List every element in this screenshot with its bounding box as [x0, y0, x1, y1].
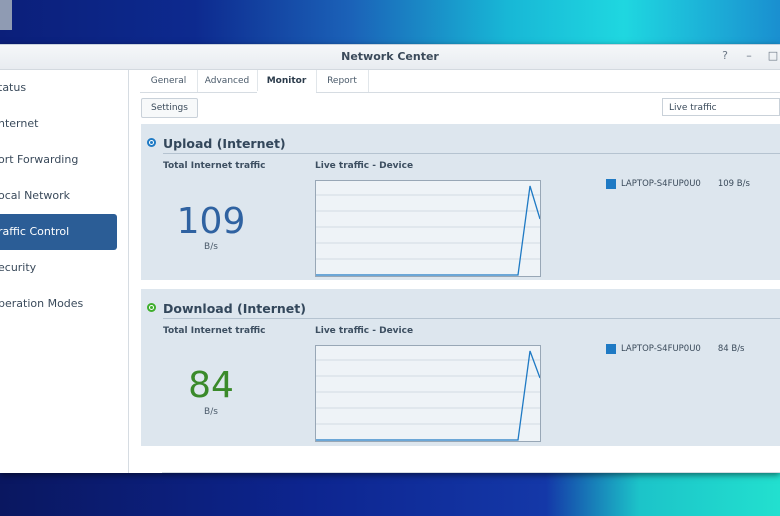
sidebar-item-operation-modes[interactable]: peration Modes — [0, 286, 117, 322]
upload-total-unit: B/s — [204, 242, 218, 252]
window-controls: ? – □ — [718, 49, 780, 62]
upload-panel-title: Upload (Internet) — [147, 136, 286, 151]
sidebar-item-status[interactable]: tatus — [0, 70, 117, 106]
download-total-unit: B/s — [204, 407, 218, 417]
sidebar-item-traffic-control[interactable]: raffic Control — [0, 214, 117, 250]
title-bar[interactable]: Network Center ? – □ — [0, 45, 780, 70]
legend-device-name: LAPTOP-S4FUP0U0 — [621, 179, 701, 189]
download-panel-title: Download (Internet) — [147, 301, 306, 316]
download-title-text: Download (Internet) — [163, 301, 306, 316]
download-chart-svg — [316, 350, 541, 441]
maximize-icon[interactable]: □ — [766, 49, 780, 62]
sidebar-item-label: peration Modes — [0, 297, 84, 310]
desktop-background-bottom — [0, 472, 780, 516]
legend-device-name: LAPTOP-S4FUP0U0 — [621, 344, 701, 354]
tab-monitor[interactable]: Monitor — [257, 70, 317, 93]
tab-advanced[interactable]: Advanced — [197, 70, 258, 92]
download-icon — [147, 303, 156, 312]
sidebar-item-label: nternet — [0, 117, 39, 130]
sidebar-item-label: tatus — [0, 81, 27, 94]
bottom-divider — [162, 472, 780, 473]
upload-live-label: Live traffic - Device — [315, 161, 414, 171]
upload-chart-svg — [316, 185, 541, 276]
upload-icon — [147, 138, 156, 147]
upload-title-text: Upload (Internet) — [163, 136, 286, 151]
sidebar-item-label: raffic Control — [0, 225, 70, 238]
upload-total-label: Total Internet traffic — [163, 161, 266, 171]
download-live-label: Live traffic - Device — [315, 326, 414, 336]
sidebar-item-internet[interactable]: nternet — [0, 106, 117, 142]
download-live-chart — [315, 345, 541, 442]
download-total-value: 84 — [188, 365, 234, 406]
legend-device-value: 109 B/s — [717, 179, 750, 189]
legend-swatch — [606, 179, 616, 189]
sidebar-item-security[interactable]: ecurity — [0, 250, 117, 286]
upload-series-line — [316, 185, 541, 276]
sidebar-item-label: ocal Network — [0, 189, 70, 202]
download-panel: Download (Internet) Total Internet traff… — [141, 289, 780, 446]
settings-button[interactable]: Settings — [141, 98, 198, 118]
upload-live-chart — [315, 180, 541, 277]
sidebar-item-label: ort Forwarding — [0, 153, 79, 166]
upload-legend: LAPTOP-S4FUP0U0 109 B/s — [606, 179, 750, 189]
legend-swatch — [606, 344, 616, 354]
download-series-line — [316, 350, 541, 441]
tab-report[interactable]: Report — [316, 70, 369, 92]
legend-device-value: 84 B/s — [717, 344, 745, 354]
traffic-view-select[interactable]: Live traffic — [662, 98, 780, 116]
network-center-window: Network Center ? – □ tatus nternet ort F… — [0, 44, 780, 473]
minimize-icon[interactable]: – — [742, 49, 756, 62]
download-total-label: Total Internet traffic — [163, 326, 266, 336]
sidebar-item-label: ecurity — [0, 261, 37, 274]
sidebar-item-port-forwarding[interactable]: ort Forwarding — [0, 142, 117, 178]
desktop-background-top — [0, 0, 780, 44]
help-icon[interactable]: ? — [718, 49, 732, 62]
divider — [163, 318, 780, 319]
upload-panel: Upload (Internet) Total Internet traffic… — [141, 124, 780, 280]
tab-bar: General Advanced Monitor Report — [140, 70, 780, 93]
sidebar: tatus nternet ort Forwarding ocal Networ… — [0, 70, 129, 473]
download-legend: LAPTOP-S4FUP0U0 84 B/s — [606, 344, 745, 354]
divider — [163, 153, 780, 154]
upload-total-value: 109 — [176, 201, 246, 242]
window-title: Network Center — [341, 50, 439, 63]
tab-general[interactable]: General — [140, 70, 198, 92]
sidebar-item-local-network[interactable]: ocal Network — [0, 178, 117, 214]
